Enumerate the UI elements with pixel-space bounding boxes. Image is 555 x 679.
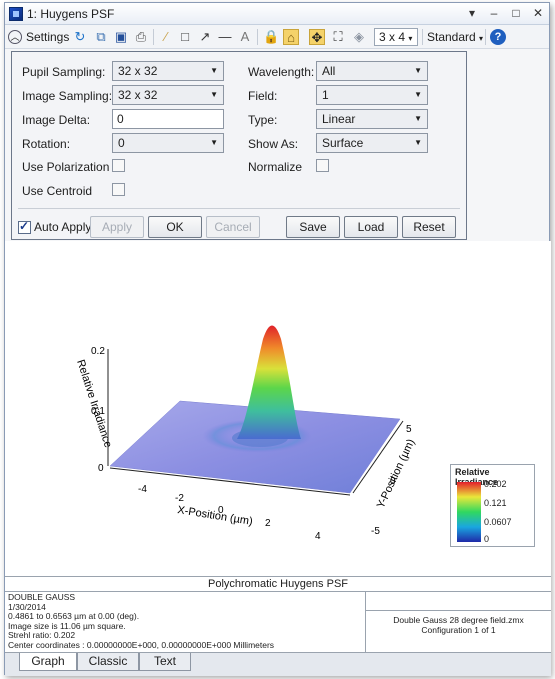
settings-toggle[interactable]: Settings [26,28,69,46]
maximize-button[interactable]: □ [507,5,525,21]
normalize-checkbox[interactable] [316,159,329,172]
info-panel: Polychromatic Huygens PSF DOUBLE GAUSS 1… [5,576,551,653]
minimize-button[interactable]: – [485,5,503,21]
pin-dropdown-button[interactable]: ▾ [463,5,481,21]
fit-view-icon[interactable]: ⛶ [330,29,346,45]
layers-icon[interactable]: ◈ [351,29,367,45]
text-icon[interactable]: A [237,29,253,45]
panel-divider [18,208,460,209]
x-tick-label: -4 [138,484,147,495]
psf-surface-plot: 0.2 0.1 0 Relative Irradiance -4 -2 0 2 … [5,241,551,576]
pupil-sampling-select[interactable]: 32 x 32 ▼ [112,61,224,81]
save-file-icon[interactable]: ▣ [113,29,129,45]
info-title: Polychromatic Huygens PSF [5,577,551,592]
help-icon[interactable]: ? [490,29,506,45]
use-polarization-checkbox[interactable] [112,159,125,172]
layout-dropdown[interactable]: 3 x 4 ▾ [374,28,418,46]
lock-icon[interactable]: 🔒 [263,29,279,45]
file-name: Double Gauss 28 degree field.zmx [393,615,524,625]
use-centroid-label: Use Centroid [22,184,93,198]
ok-button[interactable]: OK [148,216,202,238]
print-icon[interactable]: ⎙ [133,29,149,45]
wavelength-select[interactable]: All ▼ [316,61,428,81]
close-button[interactable]: ✕ [529,5,547,21]
copy-icon[interactable]: ⧉ [93,29,109,45]
z-tick-label: 0.2 [91,346,105,357]
toolbar: ︿ Settings ↻ ⧉ ▣ ⎙ ⁄ □ ↗ — A 🔒 ⌂ ✥ ⛶ ◈ 3… [5,25,549,49]
save-button[interactable]: Save [286,216,340,238]
title-bar[interactable]: 1: Huygens PSF ▾ – □ ✕ [5,3,549,25]
settings-panel: Pupil Sampling: 32 x 32 ▼ Image Sampling:… [11,51,467,240]
field-select[interactable]: 1 ▼ [316,85,428,105]
field-label: Field: [248,89,278,103]
tab-graph[interactable]: Graph [19,653,77,671]
legend-colorbar [457,482,481,542]
use-polarization-label: Use Polarization [22,160,110,174]
image-delta-label: Image Delta: [22,113,91,127]
style-dropdown[interactable]: Standard ▾ [427,28,483,46]
info-file: Double Gauss 28 degree field.zmx Configu… [366,615,551,635]
info-details: DOUBLE GAUSS 1/30/2014 0.4861 to 0.6563 … [8,592,363,651]
refresh-icon[interactable]: ↻ [72,29,88,45]
legend-tick: 0.0607 [484,517,512,527]
image-sampling-label: Image Sampling: [22,89,113,103]
show-as-label: Show As: [248,137,299,151]
view-tabs: Graph Classic Text [5,652,551,676]
image-sampling-select[interactable]: 32 x 32 ▼ [112,85,224,105]
info-line: DOUBLE GAUSS [8,592,76,602]
rotation-select[interactable]: 0 ▼ [112,133,224,153]
x-axis-label: X-Position (µm) [177,504,254,528]
y-axis-label: Y-Position (µm) [375,437,418,510]
type-label: Type: [248,113,278,127]
wavelength-label: Wavelength: [248,65,315,79]
huygens-psf-window: 1: Huygens PSF ▾ – □ ✕ ︿ Settings ↻ ⧉ ▣ … [4,2,551,676]
configuration: Configuration 1 of 1 [421,625,496,635]
use-centroid-checkbox[interactable] [112,183,125,196]
rectangle-icon[interactable]: □ [177,29,193,45]
legend-tick: 0.202 [484,479,507,489]
line-icon[interactable]: — [217,29,233,45]
x-tick-label: -2 [175,493,184,504]
auto-apply-label: Auto Apply [34,220,92,234]
apply-button[interactable]: Apply [90,216,144,238]
surface-peak [237,325,301,439]
legend-tick: 0 [484,534,490,544]
arrow-icon[interactable]: ↗ [197,29,213,45]
app-icon [9,7,23,21]
pencil-icon[interactable]: ⁄ [158,29,174,45]
rotation-label: Rotation: [22,137,71,151]
cancel-button[interactable]: Cancel [206,216,260,238]
show-as-select[interactable]: Surface ▼ [316,133,428,153]
load-button[interactable]: Load [344,216,398,238]
normalize-label: Normalize [248,160,303,174]
type-select[interactable]: Linear ▼ [316,109,428,129]
reset-button[interactable]: Reset [402,216,456,238]
z-tick-label: 0 [98,463,104,474]
pupil-sampling-label: Pupil Sampling: [22,65,106,79]
window-title: 1: Huygens PSF [27,7,115,21]
color-legend: Relative Irradiance 0.202 0.121 0.0607 0 [450,464,535,547]
grid-layout-icon[interactable]: ✥ [309,29,325,45]
y-tick-label: -5 [371,526,380,537]
legend-tick: 0.121 [484,498,507,508]
x-tick-label: 4 [315,531,321,542]
unlock-icon[interactable]: ⌂ [283,29,299,45]
collapse-settings-icon[interactable]: ︿ [8,30,22,44]
y-tick-label: 5 [406,424,412,435]
image-delta-input[interactable]: 0 [112,109,224,129]
tab-classic[interactable]: Classic [77,653,139,671]
auto-apply-checkbox[interactable] [18,219,31,234]
x-tick-label: 2 [265,518,271,529]
info-line: Center coordinates : 0.00000000E+000, 0.… [8,639,275,650]
tab-text[interactable]: Text [139,653,191,671]
